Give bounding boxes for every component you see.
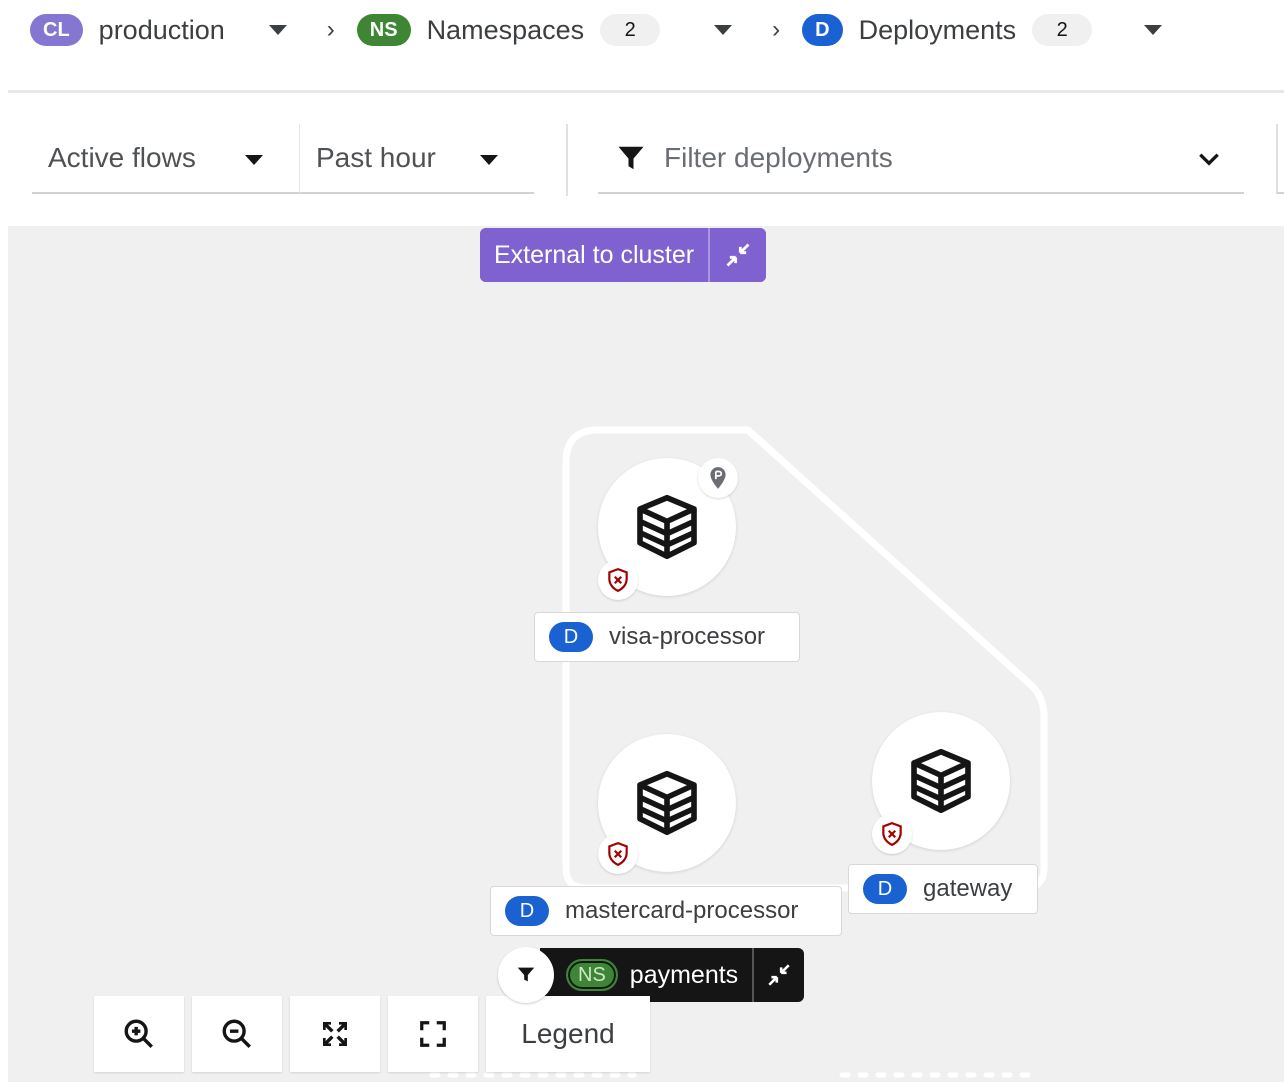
flows-select-value: Active flows <box>48 142 196 173</box>
cluster-label: production <box>98 14 225 45</box>
fullscreen-icon <box>420 1021 446 1047</box>
node-visa-processor-policy-icon <box>598 560 638 600</box>
zoom-out-button[interactable] <box>192 996 282 1072</box>
caret-down-icon <box>1144 25 1163 35</box>
breadcrumb: CL production › NS Namespaces 2 › D Depl… <box>30 10 1280 50</box>
shield-denied-icon <box>608 842 628 867</box>
breadcrumb-cluster[interactable]: CL production <box>30 14 225 46</box>
legend-label: Legend <box>521 1018 615 1049</box>
chevron-down-icon[interactable] <box>1196 146 1222 172</box>
breadcrumb-namespaces[interactable]: NS Namespaces 2 <box>356 14 661 46</box>
deployment-filter[interactable] <box>598 124 1244 194</box>
filter-icon <box>618 146 644 170</box>
collapse-group-button[interactable] <box>710 228 767 282</box>
deployments-count: 2 <box>1032 14 1093 46</box>
zoom-in-button[interactable] <box>94 996 184 1072</box>
external-to-cluster-group[interactable]: External to cluster <box>480 228 767 282</box>
deployment-icon <box>911 748 971 814</box>
external-group-label: External to cluster <box>480 228 711 282</box>
namespace-group-payments[interactable]: NS payments <box>498 947 805 1003</box>
time-range-select[interactable]: Past hour <box>300 124 534 194</box>
compress-icon <box>726 243 750 267</box>
collapse-namespace-button[interactable] <box>752 948 805 1002</box>
time-range-value: Past hour <box>316 142 436 173</box>
namespaces-label: Namespaces <box>426 14 585 45</box>
flows-select[interactable]: Active flows <box>32 124 300 194</box>
node-name: mastercard-processor <box>565 897 799 924</box>
node-label-mastercard-processor[interactable]: D mastercard-processor <box>490 886 842 936</box>
breadcrumb-separator: › <box>326 16 335 43</box>
namespaces-count: 2 <box>600 14 661 46</box>
topology-canvas[interactable]: External to cluster D visa-processor D m… <box>8 226 1284 1082</box>
shield-denied-icon <box>608 568 628 593</box>
namespace-badge: NS <box>566 959 618 991</box>
toolbar-divider <box>566 124 568 196</box>
fit-to-screen-button[interactable] <box>290 996 380 1072</box>
shield-denied-icon <box>882 822 902 847</box>
breadcrumb-deployments[interactable]: D Deployments 2 <box>802 14 1093 46</box>
caret-down-icon <box>480 155 498 165</box>
expand-arrows-icon <box>323 1022 347 1046</box>
namespaces-dropdown-toggle[interactable] <box>700 12 746 48</box>
namespace-filter-button[interactable] <box>498 947 554 1003</box>
node-visa-processor-pin-icon <box>698 458 738 498</box>
deployment-badge: D <box>505 896 549 926</box>
node-label-visa-processor[interactable]: D visa-processor <box>534 612 800 662</box>
location-pin-icon <box>710 467 726 489</box>
deployment-icon <box>637 770 697 836</box>
deployment-icon <box>637 494 697 560</box>
deployments-label: Deployments <box>858 14 1017 45</box>
namespace-badge: NS <box>356 14 411 46</box>
cluster-dropdown-toggle[interactable] <box>255 12 301 48</box>
deployment-badge: D <box>802 14 843 46</box>
filter-icon <box>517 967 535 982</box>
node-gateway-policy-icon <box>872 814 912 854</box>
node-label-gateway[interactable]: D gateway <box>848 864 1038 914</box>
breadcrumb-separator: › <box>772 16 781 43</box>
deployments-dropdown-toggle[interactable] <box>1130 12 1176 48</box>
legend-button[interactable]: Legend <box>486 996 650 1072</box>
reset-view-button[interactable] <box>388 996 478 1072</box>
node-name: gateway <box>923 875 1013 902</box>
zoom-out-icon <box>222 1019 251 1048</box>
compress-icon <box>768 964 790 986</box>
edge-dotted <box>839 1072 1037 1078</box>
caret-down-icon <box>245 155 263 165</box>
graph-controls: Legend <box>94 996 650 1072</box>
node-mastercard-processor-policy-icon <box>598 834 638 874</box>
toolbar: Active flows Past hour <box>32 124 1284 196</box>
header-divider <box>8 90 1284 93</box>
caret-down-icon <box>714 25 733 35</box>
caret-down-icon <box>268 25 287 35</box>
cluster-badge: CL <box>30 14 83 46</box>
deployment-badge: D <box>549 622 593 652</box>
filter-deployments-input[interactable] <box>664 142 1164 174</box>
zoom-in-icon <box>124 1019 153 1048</box>
deployment-badge: D <box>863 874 907 904</box>
namespace-name: payments <box>629 960 739 989</box>
toolbar-overflow-control[interactable] <box>1276 124 1284 194</box>
namespace-group-label[interactable]: NS payments <box>540 948 753 1002</box>
node-name: visa-processor <box>609 623 766 650</box>
